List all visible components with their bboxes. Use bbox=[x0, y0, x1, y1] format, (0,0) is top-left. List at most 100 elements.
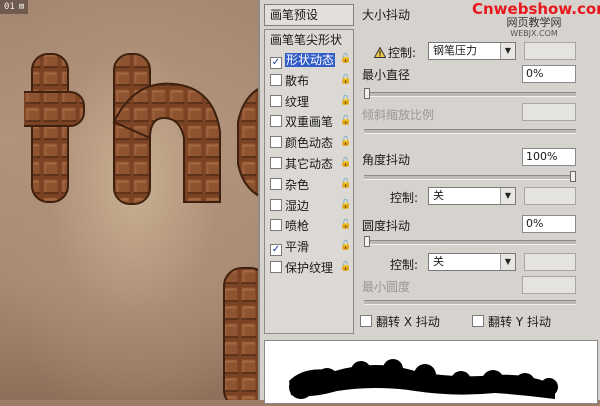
option-checkbox[interactable] bbox=[270, 115, 282, 128]
option-label: 颜色动态 bbox=[285, 136, 334, 151]
angle-control-value: 关 bbox=[433, 189, 444, 202]
angle-jitter-label: 角度抖动 bbox=[362, 153, 411, 167]
option-airbrush[interactable]: 喷枪 🔓 bbox=[265, 216, 353, 237]
tilt-scale-field bbox=[522, 103, 576, 121]
document-tab-label: 01 bbox=[4, 2, 15, 12]
brush-presets-button[interactable]: 画笔预设 bbox=[264, 4, 354, 26]
option-checkbox[interactable]: ✓ bbox=[270, 57, 282, 69]
flip-x-checkbox[interactable] bbox=[360, 315, 372, 327]
min-roundness-field bbox=[522, 276, 576, 294]
document-tab[interactable]: 01 ⊠ bbox=[0, 0, 29, 14]
brush-stroke-shape bbox=[289, 359, 558, 399]
document-canvas[interactable]: 01 ⊠ bbox=[0, 0, 258, 400]
watermark-main: Cnwebshow.com bbox=[472, 0, 600, 18]
option-shape-dynamics[interactable]: ✓ 形状动态 🔓 bbox=[265, 50, 353, 71]
option-checkbox[interactable] bbox=[270, 136, 282, 149]
slider-thumb[interactable] bbox=[570, 171, 576, 182]
brush-stroke-preview bbox=[264, 340, 598, 404]
lock-icon[interactable]: 🔓 bbox=[340, 242, 351, 251]
roundness-jitter-slider[interactable] bbox=[364, 236, 576, 247]
option-brush-tip-shape[interactable]: 画笔笔尖形状 bbox=[265, 30, 353, 50]
option-checkbox[interactable] bbox=[270, 73, 282, 86]
option-label: 喷枪 bbox=[285, 219, 310, 234]
option-label: 杂色 bbox=[285, 177, 310, 192]
watermark-sub2: WEBJX.COM bbox=[510, 29, 558, 38]
flip-y-label: 翻转 Y 抖动 bbox=[488, 315, 551, 329]
roundness-control-extra-field bbox=[524, 253, 576, 271]
roundness-control-value: 关 bbox=[433, 255, 444, 268]
size-control-row: 控制: bbox=[374, 44, 416, 61]
flip-x-checkbox-row[interactable]: 翻转 X 抖动 bbox=[360, 313, 440, 330]
size-control-label: 控制: bbox=[388, 46, 417, 60]
lock-icon[interactable]: 🔓 bbox=[340, 221, 351, 230]
roundness-control-select[interactable]: 关 ▼ bbox=[428, 253, 516, 271]
option-other-dynamics[interactable]: 其它动态 🔓 bbox=[265, 154, 353, 175]
roundness-jitter-label: 圆度抖动 bbox=[362, 219, 411, 233]
option-protect-texture[interactable]: 保护纹理 🔓 bbox=[265, 258, 353, 279]
min-roundness-slider bbox=[364, 300, 576, 305]
option-checkbox[interactable] bbox=[270, 177, 282, 190]
option-noise[interactable]: 杂色 🔓 bbox=[265, 175, 353, 196]
brush-options-list: 画笔笔尖形状 ✓ 形状动态 🔓 散布 🔓 纹理 🔓 双重画笔 🔓 颜色动态 🔓 其… bbox=[264, 29, 354, 334]
brushes-panel: 画笔预设 画笔笔尖形状 ✓ 形状动态 🔓 散布 🔓 纹理 🔓 双重画笔 🔓 颜色动… bbox=[258, 0, 600, 404]
option-label: 形状动态 bbox=[285, 53, 336, 67]
watermark-sub: 网页教学网 bbox=[506, 16, 562, 29]
min-diameter-field[interactable]: 0% bbox=[522, 65, 576, 83]
lock-icon[interactable]: 🔓 bbox=[340, 96, 351, 106]
angle-control-extra-field bbox=[524, 187, 576, 205]
option-checkbox[interactable] bbox=[270, 94, 282, 107]
option-checkbox[interactable]: ✓ bbox=[270, 244, 282, 257]
lock-icon[interactable]: 🔓 bbox=[340, 262, 351, 272]
image-window-icon: ⊠ bbox=[18, 2, 25, 12]
option-label: 画笔笔尖形状 bbox=[270, 33, 343, 47]
option-texture[interactable]: 纹理 🔓 bbox=[265, 92, 353, 113]
lock-icon[interactable]: 🔓 bbox=[340, 179, 351, 189]
option-scattering[interactable]: 散布 🔓 bbox=[265, 71, 353, 92]
option-checkbox[interactable] bbox=[270, 156, 282, 169]
min-roundness-label: 最小圆度 bbox=[362, 280, 411, 294]
angle-control-select[interactable]: 关 ▼ bbox=[428, 187, 516, 205]
shape-dynamics-settings: 大小抖动 控制: 钢笔压力 ▼ 最小直径 0% 倾斜缩放比例 角度抖动 100% bbox=[360, 0, 598, 340]
angle-jitter-slider[interactable] bbox=[364, 171, 576, 182]
flip-y-checkbox-row[interactable]: 翻转 Y 抖动 bbox=[472, 313, 551, 330]
option-label: 散布 bbox=[285, 73, 310, 88]
tilt-scale-slider bbox=[364, 129, 576, 134]
chocolate-text-artwork bbox=[24, 53, 258, 400]
option-smoothing[interactable]: ✓ 平滑 🔓 bbox=[265, 237, 353, 258]
slider-thumb[interactable] bbox=[364, 88, 370, 99]
lock-icon[interactable]: 🔓 bbox=[340, 55, 351, 64]
lock-icon[interactable]: 🔓 bbox=[340, 200, 351, 210]
min-diameter-slider[interactable] bbox=[364, 88, 576, 99]
flip-y-checkbox[interactable] bbox=[472, 315, 484, 327]
lock-icon[interactable]: 🔓 bbox=[340, 75, 351, 85]
chevron-down-icon: ▼ bbox=[500, 254, 515, 270]
option-checkbox[interactable] bbox=[270, 198, 282, 211]
size-control-select[interactable]: 钢笔压力 ▼ bbox=[428, 42, 516, 60]
angle-jitter-field[interactable]: 100% bbox=[522, 148, 576, 166]
roundness-control-label: 控制: bbox=[390, 258, 419, 272]
size-jitter-label: 大小抖动 bbox=[362, 8, 411, 22]
flip-x-label: 翻转 X 抖动 bbox=[376, 315, 440, 329]
option-checkbox[interactable] bbox=[270, 219, 282, 232]
slider-thumb[interactable] bbox=[364, 236, 370, 247]
option-wet-edges[interactable]: 湿边 🔓 bbox=[265, 196, 353, 217]
tilt-scale-label: 倾斜缩放比例 bbox=[362, 108, 435, 122]
option-label: 其它动态 bbox=[285, 156, 334, 171]
chevron-down-icon: ▼ bbox=[500, 188, 515, 204]
lock-icon[interactable]: 🔓 bbox=[340, 158, 351, 168]
option-label: 平滑 bbox=[285, 240, 310, 255]
min-diameter-label: 最小直径 bbox=[362, 68, 411, 82]
roundness-jitter-field[interactable]: 0% bbox=[522, 215, 576, 233]
lock-icon[interactable]: 🔓 bbox=[340, 117, 351, 126]
size-control-extra-field bbox=[524, 42, 576, 60]
option-label: 湿边 bbox=[285, 198, 310, 213]
size-control-value: 钢笔压力 bbox=[433, 44, 477, 57]
option-checkbox[interactable] bbox=[270, 260, 282, 273]
warning-triangle-icon bbox=[374, 47, 386, 58]
option-dual-brush[interactable]: 双重画笔 🔓 bbox=[265, 112, 353, 133]
option-label: 纹理 bbox=[285, 94, 310, 109]
option-color-dynamics[interactable]: 颜色动态 🔓 bbox=[265, 133, 353, 154]
lock-icon[interactable]: 🔓 bbox=[340, 138, 351, 147]
site-watermark: Cnwebshow.com 网页教学网 WEBJX.COM bbox=[472, 0, 600, 39]
option-label: 保护纹理 bbox=[285, 260, 334, 275]
